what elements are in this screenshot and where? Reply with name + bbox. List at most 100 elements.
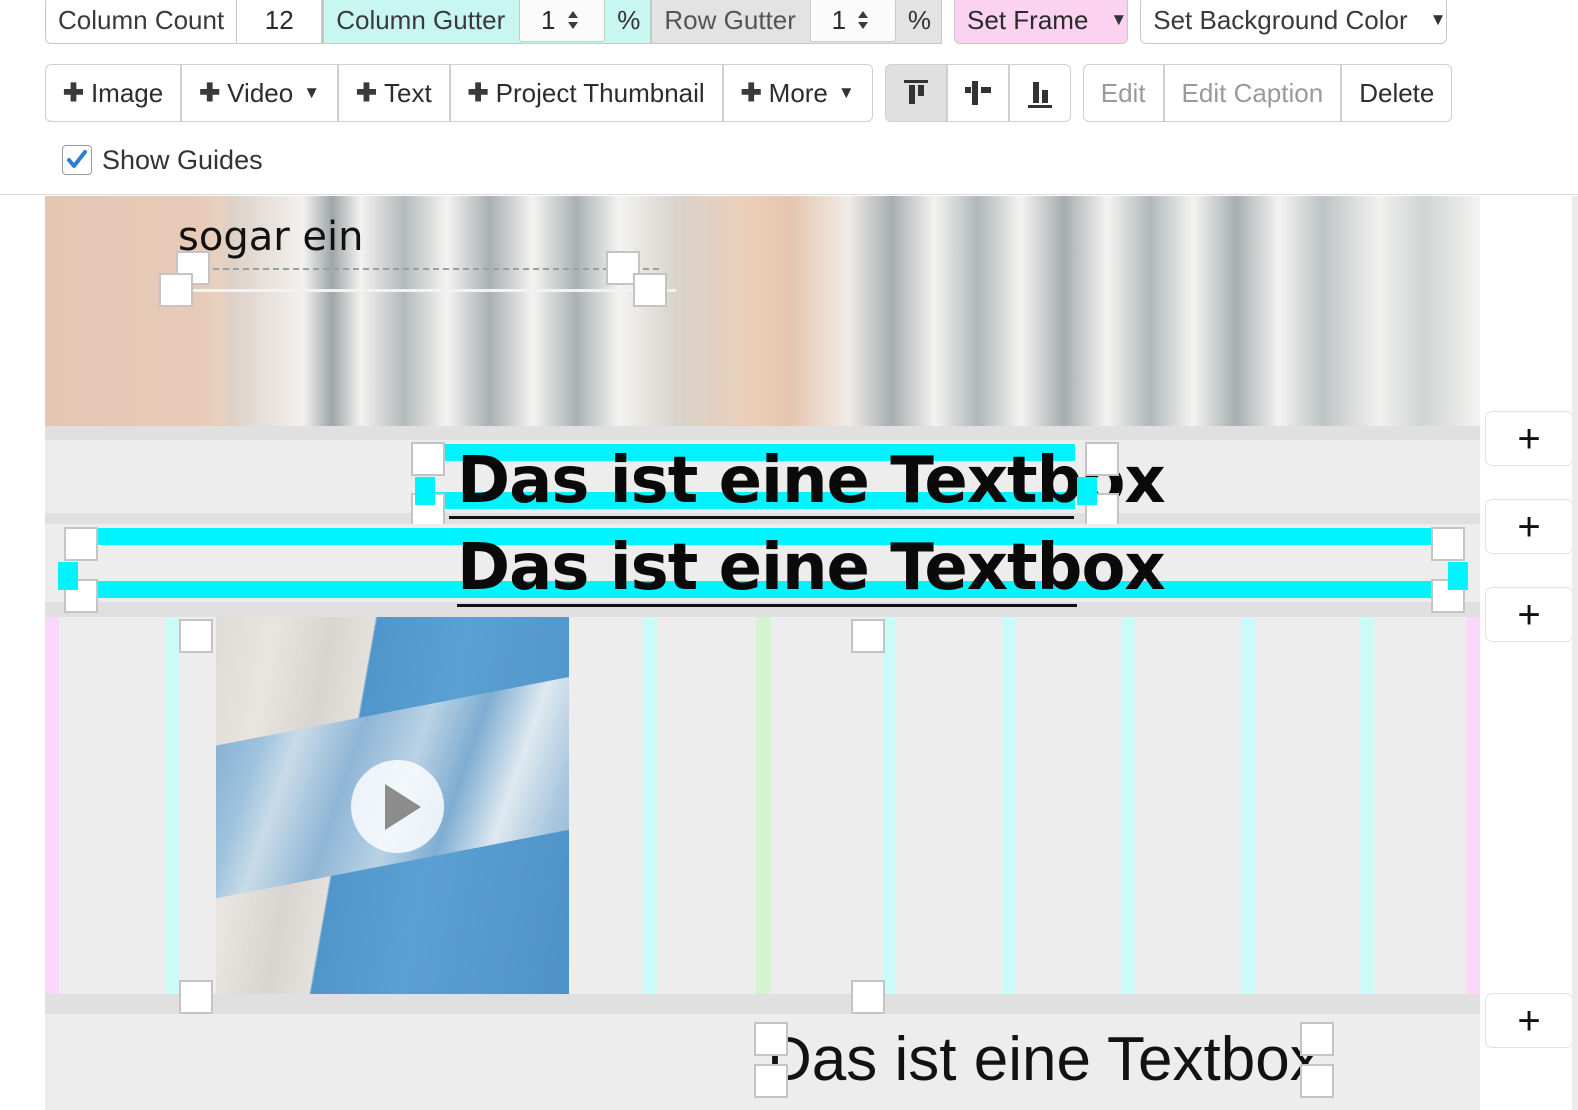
resize-handle[interactable]	[851, 619, 885, 653]
resize-handle[interactable]	[851, 980, 885, 1014]
add-row-button[interactable]: +	[1485, 993, 1573, 1048]
grid-settings-row: Column Count 12 Column Gutter 1 % Row Gu…	[45, 0, 1447, 46]
column-count-group: Column Count 12	[45, 0, 323, 44]
textbox-1-baseline	[449, 516, 1074, 519]
row-gutter-label: Row Gutter	[652, 5, 808, 36]
delete-button[interactable]: Delete	[1341, 64, 1452, 122]
column-gutter-value: 1	[541, 5, 555, 36]
insert-toolbar-row: ✚ Image ✚ Video ▼ ✚ Text ✚ Project Thumb…	[45, 64, 1452, 122]
add-project-thumbnail-label: Project Thumbnail	[496, 78, 705, 109]
plus-icon: +	[1517, 1001, 1540, 1041]
plus-icon: +	[1517, 419, 1540, 459]
textbox-3-text[interactable]: Das ist eine Textbox	[767, 1024, 1321, 1095]
resize-handle[interactable]	[1300, 1022, 1334, 1056]
image-block[interactable]: sogar ein	[45, 196, 1480, 426]
row-gutter-value: 1	[832, 5, 846, 36]
add-text-button[interactable]: ✚ Text	[338, 64, 450, 122]
plus-icon: +	[1517, 595, 1540, 635]
add-row-rail: + + + +	[1481, 196, 1578, 1110]
plus-icon: ✚	[468, 78, 489, 108]
column-gutter-input[interactable]: 1	[519, 0, 605, 42]
resize-handle[interactable]	[754, 1022, 788, 1056]
add-text-label: Text	[384, 78, 432, 109]
set-frame-button[interactable]: Set Frame ▼	[954, 0, 1128, 44]
row-gutter-group: Row Gutter 1 %	[651, 0, 942, 44]
show-guides-checkbox[interactable]	[62, 145, 92, 175]
align-middle-button[interactable]	[947, 64, 1009, 122]
set-frame-label: Set Frame	[955, 5, 1100, 36]
row-gutter-stepper[interactable]	[852, 9, 874, 31]
layout-canvas[interactable]: sogar ein Das ist eine Textbox Das ist e…	[45, 196, 1480, 1110]
plus-icon: ✚	[199, 78, 220, 108]
play-icon	[385, 784, 421, 830]
row-separator	[45, 426, 1480, 440]
column-gutter-unit: %	[607, 5, 650, 36]
plus-icon: ✚	[741, 78, 762, 108]
chevron-down-icon: ▼	[1110, 10, 1127, 30]
column-gutter-label: Column Gutter	[324, 5, 517, 36]
chevron-down-icon: ▼	[303, 83, 320, 103]
plus-icon: ✚	[356, 78, 377, 108]
resize-handle[interactable]	[633, 273, 667, 307]
top-toolbar: Column Count 12 Column Gutter 1 % Row Gu…	[0, 0, 1578, 195]
row-separator	[45, 994, 1480, 1014]
plus-icon: +	[1517, 507, 1540, 547]
textbox-1-text[interactable]: Das ist eine Textbox	[457, 444, 1165, 518]
add-row-button[interactable]: +	[1485, 587, 1573, 642]
add-project-thumbnail-button[interactable]: ✚ Project Thumbnail	[450, 64, 723, 122]
row-gutter-input[interactable]: 1	[810, 0, 896, 42]
stepper-arrows-icon	[855, 9, 871, 31]
add-row-button[interactable]: +	[1485, 411, 1573, 466]
edge-handle[interactable]	[58, 562, 78, 590]
play-button[interactable]	[351, 760, 444, 853]
align-middle-icon	[961, 76, 995, 110]
align-bottom-button[interactable]	[1009, 64, 1071, 122]
resize-handle[interactable]	[159, 273, 193, 307]
resize-handle[interactable]	[411, 442, 445, 476]
resize-handle[interactable]	[754, 1064, 788, 1098]
column-count-label: Column Count	[46, 5, 236, 36]
edit-caption-button[interactable]: Edit Caption	[1164, 64, 1342, 122]
align-top-button[interactable]	[885, 64, 947, 122]
rail-edge	[1572, 196, 1578, 1110]
textbox-2-text[interactable]: Das ist eine Textbox	[457, 531, 1165, 605]
edge-handle[interactable]	[1077, 477, 1097, 505]
edit-button[interactable]: Edit	[1083, 64, 1164, 122]
set-background-color-button[interactable]: Set Background Color ▼	[1140, 0, 1447, 44]
resize-handle[interactable]	[179, 980, 213, 1014]
chevron-down-icon: ▼	[838, 83, 855, 103]
add-image-button[interactable]: ✚ Image	[45, 64, 181, 122]
column-gutter-stepper[interactable]	[562, 9, 584, 31]
row-gutter-unit: %	[898, 5, 941, 36]
resize-handle[interactable]	[1431, 527, 1465, 561]
resize-handle[interactable]	[1085, 442, 1119, 476]
add-row-button[interactable]: +	[1485, 499, 1573, 554]
set-background-color-label: Set Background Color	[1141, 5, 1419, 36]
edge-handle[interactable]	[1448, 562, 1468, 590]
plus-icon: ✚	[63, 78, 84, 108]
stepper-arrows-icon	[565, 9, 581, 31]
add-more-label: More	[769, 78, 828, 109]
checkmark-icon	[65, 148, 89, 172]
resize-handle[interactable]	[179, 619, 213, 653]
chevron-down-icon: ▼	[1430, 10, 1447, 30]
add-video-label: Video	[227, 78, 293, 109]
image-selection-edge	[176, 289, 676, 292]
add-image-label: Image	[91, 78, 163, 109]
textbox-2-baseline	[457, 604, 1077, 607]
resize-handle[interactable]	[64, 527, 98, 561]
edge-handle[interactable]	[415, 477, 435, 505]
video-block[interactable]	[216, 617, 569, 994]
delete-label: Delete	[1359, 78, 1434, 109]
add-more-button[interactable]: ✚ More ▼	[723, 64, 873, 122]
show-guides-row[interactable]: Show Guides	[62, 139, 263, 181]
image-selection-dashed-edge	[193, 268, 659, 270]
align-bottom-icon	[1023, 76, 1057, 110]
edit-label: Edit	[1101, 78, 1146, 109]
column-count-input[interactable]: 12	[236, 0, 322, 44]
align-top-icon	[899, 76, 933, 110]
show-guides-label: Show Guides	[102, 145, 263, 176]
add-video-button[interactable]: ✚ Video ▼	[181, 64, 338, 122]
edit-caption-label: Edit Caption	[1182, 78, 1324, 109]
resize-handle[interactable]	[1300, 1064, 1334, 1098]
